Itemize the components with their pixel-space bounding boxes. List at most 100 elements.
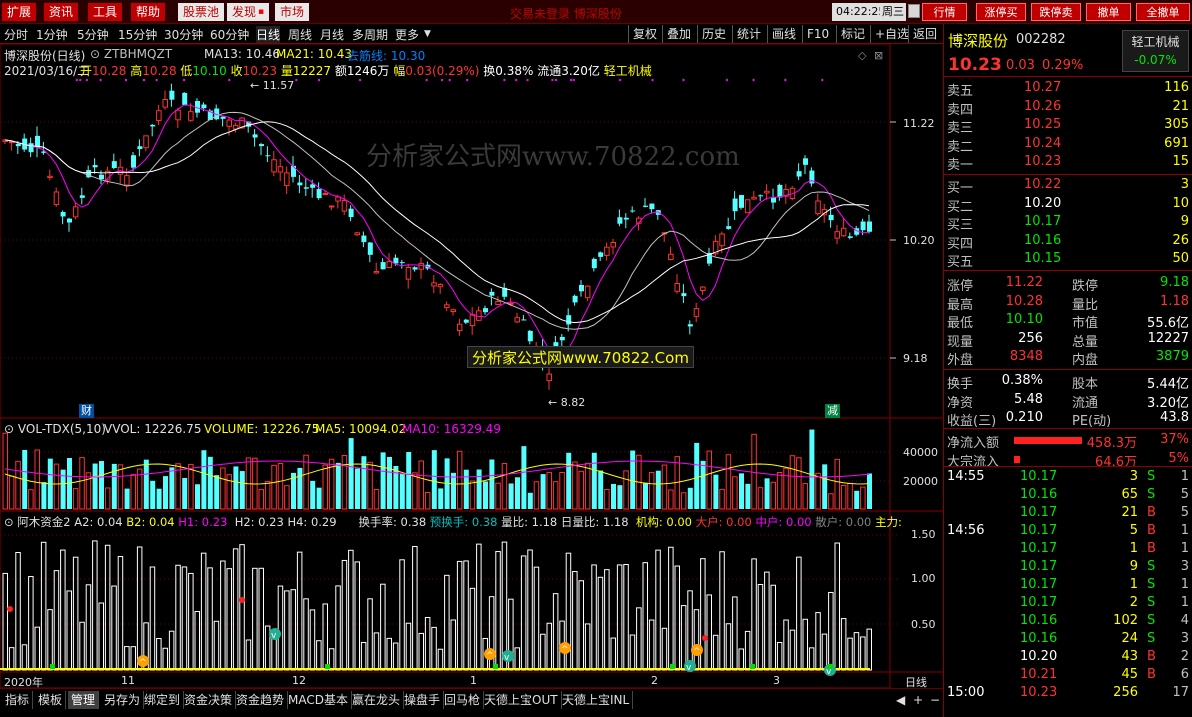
ind-title-with-icon[interactable]: ⊙ 阿木资金2	[4, 515, 71, 529]
fund-label: 股本	[1072, 377, 1099, 392]
vol-title-with-icon[interactable]: ⊙ VOL-TDX(5,10)	[4, 422, 106, 436]
tab-market[interactable]: 市场	[275, 3, 310, 21]
bid-row[interactable]: 买四 10.16 26	[944, 233, 1192, 252]
cancel-order-button[interactable]: 撤单	[1086, 3, 1131, 21]
ask-row[interactable]: 卖一 10.23 15	[944, 154, 1192, 173]
ind-zh: 中户: 0.00	[755, 515, 812, 529]
tick-vol: 43	[1121, 649, 1138, 664]
formula-name-with-icon[interactable]: ⊙ ZTBHMQZT	[90, 47, 172, 61]
tool-add-watchlist[interactable]: +自选	[870, 25, 913, 43]
tab-prev-icon[interactable]: ◀	[893, 691, 908, 709]
tool-draw[interactable]: 画线	[767, 25, 800, 43]
industry-box[interactable]: 轻工机械 -0.07%	[1122, 30, 1189, 72]
stat-row: 现量 256 总量 12227	[944, 331, 1192, 350]
menu-extend[interactable]: 扩展	[2, 3, 37, 21]
indicator-tab[interactable]: 天德上宝OUT	[481, 691, 562, 709]
period-monthly[interactable]: 月线	[320, 26, 344, 43]
indicator-tab[interactable]: MACD基本	[285, 691, 352, 709]
menu-help[interactable]: 帮助	[131, 3, 166, 21]
fund-label: 净资	[947, 395, 974, 411]
tool-adjust[interactable]: 复权	[628, 25, 661, 43]
ask-row[interactable]: 卖四 10.26 21	[944, 99, 1192, 118]
indicator-tab[interactable]: 模板	[35, 691, 67, 709]
bid-vol: 10	[1172, 195, 1189, 211]
ask-row[interactable]: 卖五 10.27 116	[944, 80, 1192, 99]
tick-vol: 102	[1113, 613, 1138, 628]
tool-back[interactable]: 返回	[908, 25, 941, 43]
tool-mark[interactable]: 标记	[836, 25, 869, 43]
indicator-tab[interactable]: 绑定到	[141, 691, 185, 709]
bid-row[interactable]: 买二 10.20 10	[944, 195, 1192, 215]
minimize-icon[interactable]	[908, 4, 920, 18]
stat-row: 外盘 8348 内盘 3879	[944, 349, 1192, 368]
sell-limit-button[interactable]: 跌停卖	[1031, 3, 1081, 21]
tab-add-icon[interactable]: +	[910, 691, 926, 709]
period-more[interactable]: 更多	[395, 26, 419, 43]
fund-value: 5.44亿	[1147, 377, 1189, 392]
fund-value: 3.20亿	[1147, 395, 1189, 411]
ask-row[interactable]: 卖二 10.24 691	[944, 136, 1192, 155]
period-daily[interactable]: 日线	[256, 26, 281, 43]
ind-rlb: 日量比: 1.18	[560, 515, 629, 529]
finance-tag[interactable]: 财	[79, 404, 94, 418]
vol-title: VOL-TDX(5,10)	[17, 422, 106, 436]
reduce-tag[interactable]: 减	[825, 404, 840, 418]
bid-row[interactable]: 买一 10.22 3	[944, 177, 1192, 196]
tick-vol: 65	[1121, 487, 1138, 502]
quote-button[interactable]: 行情	[922, 3, 967, 21]
stat-label: 总量	[1072, 334, 1099, 350]
period-5min[interactable]: 5分钟	[77, 26, 109, 43]
indicator-tab[interactable]: 天德上宝INL	[559, 691, 634, 709]
indicator-tab[interactable]: 管理	[68, 691, 100, 709]
buy-limit-button[interactable]: 涨停买	[976, 3, 1026, 21]
indicator-tab[interactable]: 回马枪	[441, 691, 485, 709]
bid-row[interactable]: 买三 10.17 9	[944, 214, 1192, 233]
indicator-tab[interactable]: 操盘手	[401, 691, 445, 709]
tick-vol: 256	[1113, 685, 1138, 700]
low-mark-label: ← 8.82	[548, 396, 586, 409]
indicator-tab[interactable]: 指标	[2, 691, 34, 709]
bid-row[interactable]: 买五 10.15 50	[944, 251, 1192, 270]
chart-area[interactable]: ◇ ⊠ ^ ^ ^ ^ v v v v 博深股份(日线) ⊙ ZTBHMQZT MA13: 10.…	[0, 44, 943, 689]
menu-tools[interactable]: 工具	[88, 3, 123, 21]
vol-tick-2: 20000	[903, 475, 938, 488]
cancel-all-button[interactable]: 全撤单	[1136, 3, 1190, 21]
period-15min[interactable]: 15分钟	[118, 26, 157, 43]
period-weekly[interactable]: 周线	[288, 26, 312, 43]
period-1min[interactable]: 1分钟	[36, 26, 68, 43]
tick-bs: S	[1147, 577, 1156, 592]
tick-row: 10.17 9 S 3	[944, 559, 1192, 577]
tick-price: 10.16	[1020, 613, 1058, 628]
ask-row[interactable]: 卖三 10.25 305	[944, 117, 1192, 136]
tab-stock-pool[interactable]: 股票池	[178, 3, 225, 21]
ma21-value: MA21: 10.43	[276, 47, 353, 61]
vvol-value: VVOL: 12226.75	[104, 422, 202, 436]
indicator-tab[interactable]: 赢在龙头	[349, 691, 405, 709]
bid-vol: 3	[1180, 177, 1189, 192]
fund-row: 收益(三) 0.210 PE(动) 43.8	[944, 410, 1192, 429]
tab-discover[interactable]: 发现	[227, 3, 270, 21]
tool-stats[interactable]: 统计	[732, 25, 765, 43]
tool-f10[interactable]: F10	[802, 25, 833, 43]
watermark-text: 分析家公式网www.70822.com	[366, 142, 740, 172]
menu-news[interactable]: 资讯	[44, 3, 79, 21]
period-30min[interactable]: 30分钟	[164, 26, 203, 43]
tool-overlay[interactable]: 叠加	[662, 25, 695, 43]
tick-bs: S	[1147, 613, 1156, 628]
stat-label: 内盘	[1072, 353, 1099, 368]
info-date: 2021/03/16/二	[4, 64, 90, 78]
tool-history[interactable]: 历史	[697, 25, 730, 43]
bid-label: 买五	[947, 255, 974, 270]
tab-remove-icon[interactable]: −	[927, 691, 943, 709]
period-fenshi[interactable]: 分时	[4, 26, 28, 43]
indicator-tab[interactable]: 资金趋势	[233, 691, 289, 709]
formula-name: ZTBHMQZT	[103, 47, 173, 61]
indicator-tab[interactable]: 资金决策	[181, 691, 237, 709]
tick-row: 10.16 65 S 5	[944, 487, 1192, 505]
indicator-tab[interactable]: 另存为	[101, 691, 145, 709]
period-60min[interactable]: 60分钟	[210, 26, 249, 43]
period-multi[interactable]: 多周期	[352, 26, 388, 43]
fund-row: 净资 5.48 流通 3.20亿	[944, 392, 1192, 411]
industry-pct: -0.07%	[1134, 53, 1177, 67]
more-dropdown-icon[interactable]: ▼	[424, 29, 431, 39]
